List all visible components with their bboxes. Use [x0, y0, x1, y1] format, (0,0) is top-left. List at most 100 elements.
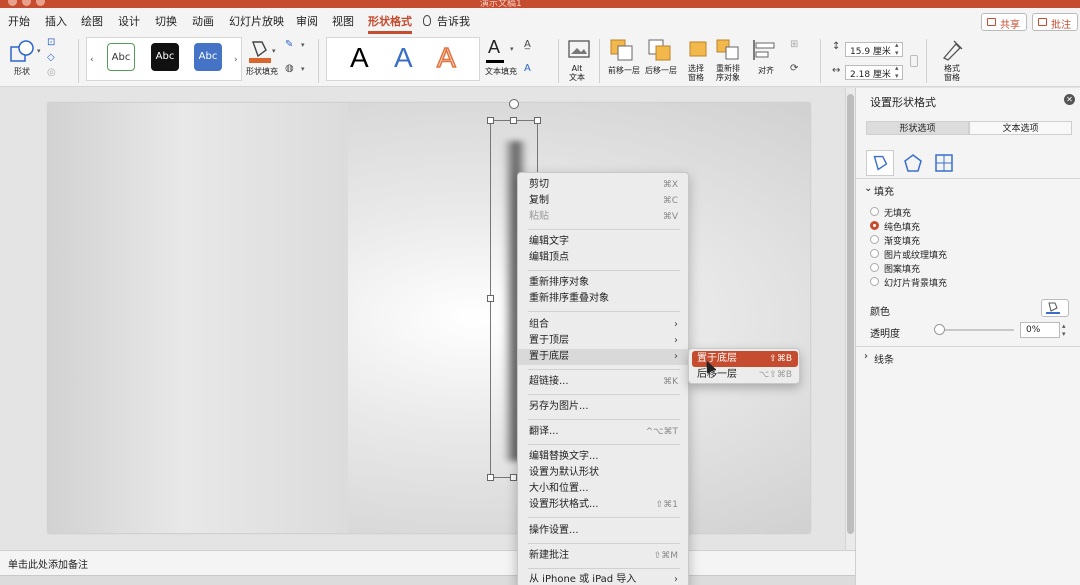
chevron-down-icon[interactable]: ▾ — [37, 47, 41, 55]
align-icon[interactable] — [752, 39, 778, 61]
menu-item-cut[interactable]: 剪切 ⌘X — [518, 177, 688, 193]
menu-item-translate[interactable]: 翻译... ^⌥⌘T — [518, 424, 688, 440]
transparency-input[interactable]: 0% — [1020, 322, 1060, 338]
radio-gradient-fill[interactable] — [870, 235, 879, 244]
text-outline-icon[interactable]: A̲ — [524, 39, 531, 50]
zoom-window-icon[interactable] — [36, 0, 45, 6]
tab-slideshow[interactable]: 幻灯片放映 — [229, 13, 284, 29]
tab-insert[interactable]: 插入 — [45, 13, 67, 29]
comments-button[interactable]: 批注 — [1032, 13, 1078, 31]
color-picker-button[interactable] — [1041, 299, 1069, 317]
fill-line-icon[interactable] — [866, 150, 894, 176]
radio-no-fill[interactable] — [870, 207, 879, 216]
radio-pattern-fill[interactable] — [870, 263, 879, 272]
menu-item-copy[interactable]: 复制 ⌘C — [518, 193, 688, 209]
notes-area[interactable]: 单击此处添加备注 — [0, 550, 855, 575]
transparency-slider-thumb[interactable] — [934, 324, 945, 335]
text-box-icon[interactable]: ⊡ — [47, 37, 55, 48]
menu-item-import-from-iphone[interactable]: 从 iPhone 或 iPad 导入 › — [518, 572, 688, 585]
menu-item-action-settings[interactable]: 操作设置... — [518, 523, 688, 539]
gallery-prev-icon[interactable]: ‹ — [90, 55, 94, 65]
tab-shape-format[interactable]: 形状格式 — [368, 13, 412, 34]
transparency-stepper[interactable]: ▴ ▾ — [1062, 322, 1066, 338]
radio-solid-fill[interactable] — [870, 221, 879, 230]
lock-aspect-icon[interactable] — [910, 55, 918, 67]
scrollbar-thumb[interactable] — [847, 94, 854, 534]
fill-section-header[interactable]: 填充 — [874, 183, 894, 198]
chevron-down-icon[interactable]: ▾ — [510, 45, 514, 53]
menu-item-save-as-picture[interactable]: 另存为图片... — [518, 399, 688, 415]
alt-text-icon[interactable] — [568, 40, 590, 60]
vertical-scrollbar[interactable] — [845, 88, 855, 550]
edit-shape-icon[interactable]: ◇ — [47, 52, 55, 63]
selection-pane-icon[interactable] — [689, 39, 709, 59]
menu-item-bring-to-front[interactable]: 置于顶层 › — [518, 333, 688, 349]
effects-icon[interactable] — [899, 150, 927, 176]
menu-item-edit-text[interactable]: 编辑文字 — [518, 234, 688, 250]
slide-gradient-panel[interactable] — [48, 103, 348, 533]
tab-review[interactable]: 审阅 — [296, 13, 318, 29]
resize-handle-top-left[interactable] — [487, 117, 494, 124]
menu-item-edit-alt-text[interactable]: 编辑替换文字... — [518, 449, 688, 465]
line-section-header[interactable]: 线条 — [874, 351, 894, 366]
shapes-icon[interactable] — [10, 39, 36, 63]
line-section-chevron-icon[interactable]: › — [864, 351, 868, 362]
radio-picture-fill[interactable] — [870, 249, 879, 258]
rotate-handle[interactable] — [509, 99, 519, 109]
menu-item-hyperlink[interactable]: 超链接... ⌘K — [518, 374, 688, 390]
close-window-icon[interactable] — [8, 0, 17, 6]
size-properties-icon[interactable] — [930, 150, 958, 176]
tab-home[interactable]: 开始 — [8, 13, 30, 29]
bring-forward-icon[interactable] — [610, 39, 634, 61]
width-stepper[interactable]: ▴ ▾ — [895, 64, 899, 80]
format-pane-icon[interactable] — [940, 38, 964, 62]
text-fill-icon[interactable]: A — [488, 37, 500, 58]
reorder-objects-icon[interactable] — [716, 39, 742, 61]
group-icon[interactable]: ⊞ — [790, 39, 798, 50]
shape-effects-icon[interactable]: ◍ — [285, 63, 294, 74]
send-backward-icon[interactable] — [648, 39, 672, 61]
menu-item-send-to-back[interactable]: 置于底层 › — [518, 349, 688, 365]
shape-style-dark[interactable]: Abc — [151, 43, 179, 71]
wordart-style-black[interactable]: A — [350, 43, 369, 73]
shape-style-outline[interactable]: Abc — [107, 43, 135, 71]
resize-handle-top-right[interactable] — [534, 117, 541, 124]
fill-section-chevron-icon[interactable]: ⌄ — [864, 183, 872, 194]
menu-item-reorder-objects[interactable]: 重新排序对象 — [518, 275, 688, 291]
shape-style-blue[interactable]: Abc — [194, 43, 222, 71]
menu-item-format-shape[interactable]: 设置形状格式... ⇧⌘1 — [518, 497, 688, 513]
radio-slide-background-fill[interactable] — [870, 277, 879, 286]
resize-handle-bottom-left[interactable] — [487, 474, 494, 481]
tab-text-options[interactable]: 文本选项 — [969, 121, 1072, 135]
shape-outline-icon[interactable]: ✎ — [285, 39, 293, 50]
menu-item-edit-points[interactable]: 编辑顶点 — [518, 250, 688, 266]
resize-handle-bottom[interactable] — [510, 474, 517, 481]
chevron-down-icon[interactable]: ▾ — [272, 47, 276, 55]
resize-handle-left[interactable] — [487, 295, 494, 302]
menu-item-size-position[interactable]: 大小和位置... — [518, 481, 688, 497]
height-stepper[interactable]: ▴ ▾ — [895, 41, 899, 57]
wordart-style-orange[interactable]: A — [436, 42, 456, 74]
tab-design[interactable]: 设计 — [118, 13, 140, 29]
transparency-slider[interactable] — [936, 329, 1014, 331]
tab-draw[interactable]: 绘图 — [81, 13, 103, 29]
tab-animations[interactable]: 动画 — [192, 13, 214, 29]
rotate-icon[interactable]: ⟳ — [790, 63, 798, 74]
tab-view[interactable]: 视图 — [332, 13, 354, 29]
tab-shape-options[interactable]: 形状选项 — [866, 121, 969, 135]
shape-fill-icon[interactable] — [248, 38, 272, 64]
menu-item-reorder-overlapping[interactable]: 重新排序重叠对象 — [518, 291, 688, 307]
menu-item-group[interactable]: 组合 › — [518, 317, 688, 333]
chevron-down-icon[interactable]: ▾ — [301, 41, 305, 49]
tab-transitions[interactable]: 切换 — [155, 13, 177, 29]
share-button[interactable]: 共享 — [981, 13, 1027, 31]
resize-handle-top[interactable] — [510, 117, 517, 124]
tell-me[interactable]: 告诉我 — [437, 13, 470, 29]
gallery-next-icon[interactable]: › — [234, 55, 238, 65]
close-icon[interactable]: ✕ — [1064, 94, 1075, 105]
minimize-window-icon[interactable] — [22, 0, 31, 6]
chevron-down-icon[interactable]: ▾ — [301, 65, 305, 73]
menu-item-new-comment[interactable]: 新建批注 ⇧⌘M — [518, 548, 688, 564]
merge-shapes-icon[interactable]: ◎ — [47, 67, 56, 78]
text-effects-icon[interactable]: A — [524, 63, 531, 74]
